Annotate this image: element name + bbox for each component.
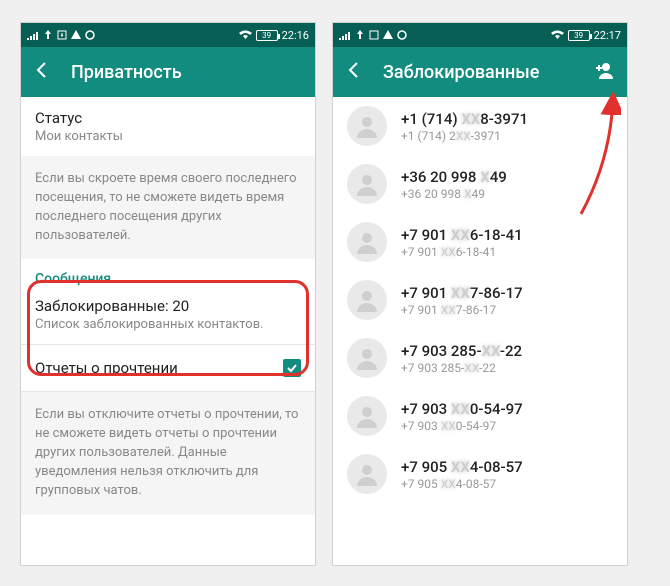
contact-primary: +7 903 XX0-54-97	[401, 400, 523, 418]
wifi-icon	[551, 30, 564, 40]
blocked-title: Заблокированные: 20	[35, 297, 301, 315]
contact-row[interactable]: +7 905 XX4-08-57+7 905 XX4-08-57	[333, 445, 627, 503]
messages-section: Сообщения	[21, 259, 315, 291]
contact-primary: +7 905 XX4-08-57	[401, 458, 523, 476]
status-row[interactable]: Статус Мои контакты	[21, 97, 315, 156]
phone-blocked: 39 22:17 Заблокированные +1 (714) XX8-39…	[332, 22, 628, 566]
contact-secondary: +7 905 XX4-08-57	[401, 477, 523, 491]
battery-icon: 39	[256, 30, 278, 41]
checkbox-checked-icon[interactable]	[283, 359, 301, 377]
contact-row[interactable]: +7 901 XX7-86-17+7 901 XX7-86-17	[333, 271, 627, 329]
phone-privacy: 39 22:16 Приватность Статус Мои контакты…	[20, 22, 316, 566]
avatar-icon	[347, 222, 387, 262]
upload-icon	[355, 30, 365, 40]
contact-row[interactable]: +7 903 XX0-54-97+7 903 XX0-54-97	[333, 387, 627, 445]
avatar-icon	[347, 164, 387, 204]
avatar-icon	[347, 454, 387, 494]
status-title: Статус	[35, 109, 301, 127]
contact-primary: +7 903 285-XX-22	[401, 342, 522, 360]
warning-icon	[71, 30, 81, 40]
sync-icon	[397, 30, 407, 40]
download-icon	[57, 30, 67, 40]
add-person-icon[interactable]	[593, 59, 615, 86]
status-sub: Мои контакты	[35, 129, 301, 144]
contact-primary: +36 20 998 X49	[401, 168, 507, 186]
warning-icon	[383, 30, 393, 40]
upload-icon	[43, 30, 53, 40]
avatar-icon	[347, 396, 387, 436]
contact-secondary: +7 901 XX6-18-41	[401, 245, 523, 259]
contact-primary: +1 (714) XX8-3971	[401, 110, 528, 128]
back-icon[interactable]	[33, 60, 53, 85]
download-icon	[369, 30, 379, 40]
contact-row[interactable]: +1 (714) XX8-3971+1 (714) 2XX-3971	[333, 97, 627, 155]
contact-row[interactable]: +7 903 285-XX-22+7 903 285-XX-22	[333, 329, 627, 387]
appbar-blocked: Заблокированные	[333, 47, 627, 97]
page-title: Приватность	[71, 62, 303, 83]
contact-secondary: +7 901 XX7-86-17	[401, 303, 523, 317]
avatar-icon	[347, 280, 387, 320]
contact-secondary: +36 20 998 X49	[401, 187, 507, 201]
avatar-icon	[347, 338, 387, 378]
read-receipts-row[interactable]: Отчеты о прочтении	[21, 345, 315, 391]
battery-icon: 39	[568, 30, 590, 41]
blocked-contacts-list[interactable]: +1 (714) XX8-3971+1 (714) 2XX-3971+36 20…	[333, 97, 627, 565]
statusbar: 39 22:17	[333, 23, 627, 47]
blocked-row[interactable]: Заблокированные: 20 Список заблокированн…	[21, 291, 315, 344]
blocked-sub: Список заблокированных контактов.	[35, 317, 301, 332]
clock-text: 22:16	[282, 29, 309, 42]
signal-icon	[339, 30, 351, 40]
privacy-list: Статус Мои контакты Если вы скроете врем…	[21, 97, 315, 565]
read-receipts-info: Если вы отключите отчеты о прочтении, то…	[21, 392, 315, 514]
back-icon[interactable]	[345, 60, 365, 85]
contact-row[interactable]: +36 20 998 X49+36 20 998 X49	[333, 155, 627, 213]
lastseen-info: Если вы скроете время своего последнего …	[21, 156, 315, 259]
signal-icon	[27, 30, 39, 40]
appbar-privacy: Приватность	[21, 47, 315, 97]
contact-secondary: +7 903 XX0-54-97	[401, 419, 523, 433]
contact-primary: +7 901 XX7-86-17	[401, 284, 523, 302]
clock-text: 22:17	[594, 29, 621, 42]
statusbar: 39 22:16	[21, 23, 315, 47]
sync-icon	[85, 30, 95, 40]
contact-secondary: +1 (714) 2XX-3971	[401, 129, 528, 143]
contact-row[interactable]: +7 901 XX6-18-41+7 901 XX6-18-41	[333, 213, 627, 271]
page-title: Заблокированные	[383, 62, 593, 83]
avatar-icon	[347, 106, 387, 146]
contact-primary: +7 901 XX6-18-41	[401, 226, 523, 244]
read-receipts-title: Отчеты о прочтении	[35, 359, 178, 377]
wifi-icon	[239, 30, 252, 40]
contact-secondary: +7 903 285-XX-22	[401, 361, 522, 375]
